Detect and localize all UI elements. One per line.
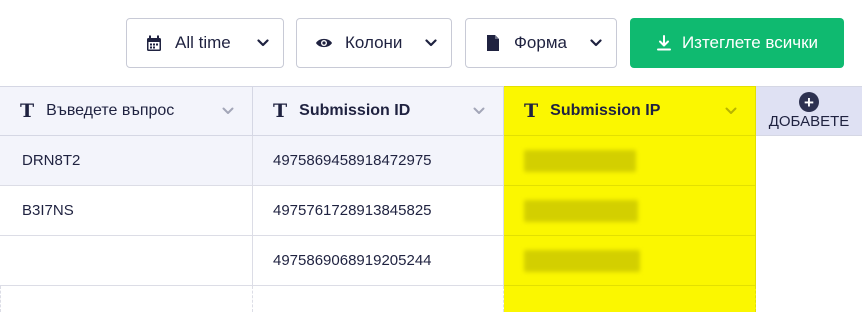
column-header-submission-ip[interactable]: T Submission IP: [504, 86, 756, 136]
column-header-submission-id[interactable]: T Submission ID: [253, 86, 504, 136]
download-all-button[interactable]: Изтеглете всички: [630, 18, 844, 68]
redacted-ip: [524, 249, 640, 272]
columns-label: Колони: [345, 33, 403, 52]
plus-circle-icon: +: [799, 92, 819, 112]
calendar-icon: [145, 34, 163, 52]
chevron-down-icon: [425, 39, 437, 47]
table-cell-submission-id[interactable]: 4975869458918472975: [253, 136, 504, 186]
download-icon: [656, 35, 672, 51]
column-header-label: Submission ID: [299, 102, 411, 119]
document-icon: [484, 34, 502, 52]
table-cell-answer[interactable]: B3I7NS: [0, 186, 253, 236]
table-cell-submission-ip[interactable]: [504, 186, 756, 236]
form-label: Форма: [514, 33, 567, 52]
chevron-down-icon: [257, 39, 269, 47]
eye-icon: [315, 34, 333, 52]
toolbar: All time Колони Форма Изтеглете всички: [0, 0, 862, 86]
chevron-down-icon[interactable]: [222, 107, 234, 115]
columns-button[interactable]: Колони: [296, 18, 452, 68]
column-header-label: Въведете въпрос: [46, 102, 175, 119]
table-empty-row-cell: [253, 286, 504, 312]
table-cell-answer[interactable]: DRN8T2: [0, 136, 253, 186]
submissions-table: T Въведете въпрос T Submission ID T Subm…: [0, 86, 862, 312]
table-cell-submission-ip[interactable]: [504, 136, 756, 186]
chevron-down-icon: [590, 39, 602, 47]
text-type-icon: T: [524, 100, 539, 122]
table-empty-row-cell: [504, 286, 756, 312]
text-type-icon: T: [20, 100, 35, 122]
date-range-button[interactable]: All time: [126, 18, 284, 68]
download-all-label: Изтеглете всички: [681, 33, 819, 52]
chevron-down-icon[interactable]: [725, 107, 737, 115]
add-column-button[interactable]: + ДОБАВЕТЕ: [756, 86, 862, 136]
chevron-down-icon[interactable]: [473, 107, 485, 115]
column-header-question[interactable]: T Въведете въпрос: [0, 86, 253, 136]
table-empty-row-cell: [0, 286, 253, 312]
table-cell-answer[interactable]: [0, 236, 253, 286]
redacted-ip: [524, 199, 638, 222]
redacted-ip: [524, 149, 636, 172]
date-range-label: All time: [175, 33, 231, 52]
table-cell-submission-id[interactable]: 4975761728913845825: [253, 186, 504, 236]
form-select-button[interactable]: Форма: [465, 18, 617, 68]
text-type-icon: T: [273, 100, 288, 122]
column-header-label: Submission IP: [550, 102, 661, 119]
table-cell-submission-id[interactable]: 4975869068919205244: [253, 236, 504, 286]
add-column-label: ДОБАВЕТЕ: [768, 113, 850, 130]
table-cell-submission-ip[interactable]: [504, 236, 756, 286]
